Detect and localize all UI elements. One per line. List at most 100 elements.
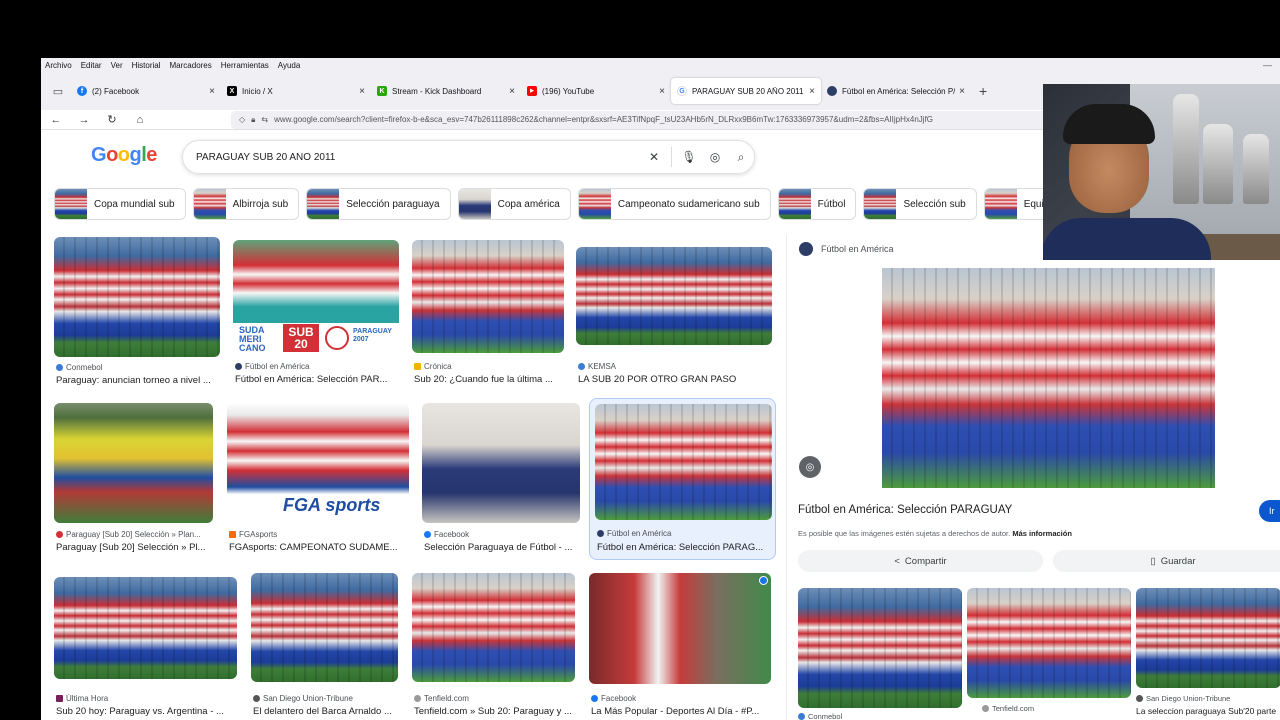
result-title[interactable]: Fútbol en América: Selección PAR... xyxy=(235,374,399,385)
image-result[interactable]: Conmebol Paraguay: anuncian torneo a niv… xyxy=(54,237,220,389)
image-result[interactable]: San Diego Union-Tribune El delantero del… xyxy=(251,573,399,720)
preview-source[interactable]: Fútbol en América xyxy=(799,242,894,256)
result-image[interactable] xyxy=(422,403,580,523)
mic-icon[interactable]: 🎙︎ xyxy=(676,150,702,164)
result-image[interactable] xyxy=(251,573,398,682)
result-image[interactable] xyxy=(595,404,772,520)
result-title[interactable]: FGAsports: CAMPEONATO SUDAME... xyxy=(229,542,409,553)
close-tab-icon[interactable]: × xyxy=(809,86,815,97)
preview-title[interactable]: Fútbol en América: Selección PARAGUAY xyxy=(798,504,1012,516)
reload-icon[interactable]: ↻ xyxy=(105,113,119,126)
close-tab-icon[interactable]: × xyxy=(209,86,215,97)
result-title[interactable]: Tenfield.com » Sub 20: Paraguay y ... xyxy=(414,706,576,717)
result-title[interactable]: Paraguay [Sub 20] Selección » Pl... xyxy=(56,542,214,553)
result-image[interactable] xyxy=(412,240,564,353)
new-tab-button[interactable]: + xyxy=(979,83,987,99)
url-text[interactable]: www.google.com/search?client=firefox-b-e… xyxy=(274,115,933,124)
result-title[interactable]: Selección Paraguaya de Fútbol - ... xyxy=(424,542,580,553)
result-image[interactable] xyxy=(412,573,575,682)
image-result[interactable]: Facebook La Más Popular - Deportes Al Dí… xyxy=(589,573,772,720)
search-icon[interactable]: ⌕ xyxy=(728,150,754,165)
menu-archivo[interactable]: Archivo xyxy=(45,61,72,70)
result-image[interactable] xyxy=(589,573,771,684)
more-info-link[interactable]: Más información xyxy=(1012,529,1072,538)
result-title[interactable]: Paraguay: anuncian torneo a nivel ... xyxy=(56,375,220,386)
save-button[interactable]: ▯ Guardar xyxy=(1053,550,1280,572)
related-thumbnail[interactable] xyxy=(798,588,962,708)
tab-facebook[interactable]: f (2) Facebook × xyxy=(71,78,221,104)
shield-icon[interactable]: ◇ xyxy=(239,115,245,124)
related-thumbnail[interactable] xyxy=(967,588,1131,698)
related-source: Tenfield.com xyxy=(982,704,1034,713)
related-title[interactable]: La seleccion paraguaya Sub'20 parte xyxy=(1136,706,1280,716)
result-image[interactable] xyxy=(54,403,213,523)
google-logo[interactable]: Google xyxy=(91,144,157,167)
image-result[interactable]: SUDA MERI CANO SUB 20 PARAGUAY 2007 Fútb… xyxy=(233,240,399,390)
tab-futbol-america[interactable]: Fútbol en América: Selección P/ × xyxy=(821,78,971,104)
image-result[interactable]: Crónica Sub 20: ¿Cuando fue la última ..… xyxy=(412,240,564,390)
menu-herramientas[interactable]: Herramientas xyxy=(221,61,269,70)
result-image[interactable] xyxy=(54,237,220,357)
lens-icon[interactable]: ◎ xyxy=(702,150,728,164)
chip-copa-america[interactable]: Copa américa xyxy=(457,188,571,220)
image-result-selected[interactable]: Fútbol en América Fútbol en América: Sel… xyxy=(589,398,776,560)
preview-panel: Fútbol en América ◎ Fútbol en América: S… xyxy=(786,234,1280,720)
clear-icon[interactable]: ✕ xyxy=(641,150,667,164)
chip-campeonato-sudamericano-sub[interactable]: Campeonato sudamericano sub xyxy=(577,188,771,220)
result-title[interactable]: Sub 20 hoy: Paraguay vs. Argentina - ... xyxy=(56,706,236,717)
close-tab-icon[interactable]: × xyxy=(509,86,515,97)
lens-search-icon[interactable]: ◎ xyxy=(799,456,821,478)
close-tab-icon[interactable]: × xyxy=(959,86,965,97)
chip-seleccion-paraguaya[interactable]: Selección paraguaya xyxy=(306,188,451,220)
image-result[interactable]: KEMSA LA SUB 20 POR OTRO GRAN PASO xyxy=(576,247,772,389)
result-source: Paraguay [Sub 20] Selección » Plan... xyxy=(56,530,214,539)
result-image[interactable]: SUDA MERI CANO SUB 20 PARAGUAY 2007 xyxy=(233,240,399,355)
result-source: Fútbol en América xyxy=(597,529,772,538)
result-title[interactable]: Sub 20: ¿Cuando fue la última ... xyxy=(414,374,564,385)
visit-button[interactable]: Ir xyxy=(1259,500,1280,522)
minimize-icon[interactable]: — xyxy=(1263,60,1272,70)
image-result[interactable]: Facebook Selección Paraguaya de Fútbol -… xyxy=(422,403,581,555)
chip-albirroja-sub[interactable]: Albirroja sub xyxy=(192,188,300,220)
result-title[interactable]: Fútbol en América: Selección PARAG... xyxy=(597,542,772,553)
chip-copa-mundial-sub[interactable]: Copa mundial sub xyxy=(54,188,186,220)
related-thumbnail[interactable] xyxy=(1136,588,1280,688)
image-result[interactable]: Paraguay [Sub 20] Selección » Plan... Pa… xyxy=(54,403,214,555)
lock-icon[interactable]: 🔒︎ xyxy=(251,115,255,125)
result-source: FGAsports xyxy=(229,530,409,539)
close-tab-icon[interactable]: × xyxy=(359,86,365,97)
share-button[interactable]: < Compartir xyxy=(798,550,1043,572)
tab-x[interactable]: X Inicio / X × xyxy=(221,78,371,104)
menu-ver[interactable]: Ver xyxy=(111,61,123,70)
tab-list-icon[interactable]: ▭ xyxy=(45,78,71,104)
close-tab-icon[interactable]: × xyxy=(659,86,665,97)
result-image[interactable] xyxy=(54,577,237,679)
result-source: San Diego Union-Tribune xyxy=(253,694,399,703)
preview-image[interactable] xyxy=(882,268,1215,488)
menu-editar[interactable]: Editar xyxy=(81,61,102,70)
result-title[interactable]: LA SUB 20 POR OTRO GRAN PASO xyxy=(578,374,772,385)
back-icon[interactable]: ← xyxy=(49,114,63,126)
tab-youtube[interactable]: ▶ (196) YouTube × xyxy=(521,78,671,104)
forward-icon[interactable]: → xyxy=(77,114,91,126)
result-title[interactable]: El delantero del Barca Arnaldo ... xyxy=(253,706,399,717)
image-result[interactable]: Tenfield.com Tenfield.com » Sub 20: Para… xyxy=(412,573,576,720)
image-result[interactable]: Última Hora Sub 20 hoy: Paraguay vs. Arg… xyxy=(54,577,237,720)
home-icon[interactable]: ⌂ xyxy=(133,114,147,126)
black-border-top xyxy=(0,0,1280,58)
result-title[interactable]: La Más Popular - Deportes Al Día - #P... xyxy=(591,706,771,717)
chip-seleccion-sub[interactable]: Selección sub xyxy=(863,188,977,220)
permissions-icon[interactable]: ⇆ xyxy=(261,115,268,124)
kick-icon: K xyxy=(377,86,387,96)
result-image[interactable]: FGA sports xyxy=(227,403,409,523)
result-image[interactable] xyxy=(576,247,772,345)
search-input[interactable] xyxy=(196,151,641,163)
chip-futbol[interactable]: Fútbol xyxy=(777,188,857,220)
trophy-image xyxy=(1243,134,1269,204)
tab-kick[interactable]: K Stream - Kick Dashboard × xyxy=(371,78,521,104)
tab-google-search[interactable]: G PARAGUAY SUB 20 AÑO 2011 - × xyxy=(671,78,821,104)
image-result[interactable]: FGA sports FGAsports FGAsports: CAMPEONA… xyxy=(227,403,410,555)
menu-marcadores[interactable]: Marcadores xyxy=(170,61,212,70)
menu-ayuda[interactable]: Ayuda xyxy=(278,61,301,70)
menu-historial[interactable]: Historial xyxy=(132,61,161,70)
